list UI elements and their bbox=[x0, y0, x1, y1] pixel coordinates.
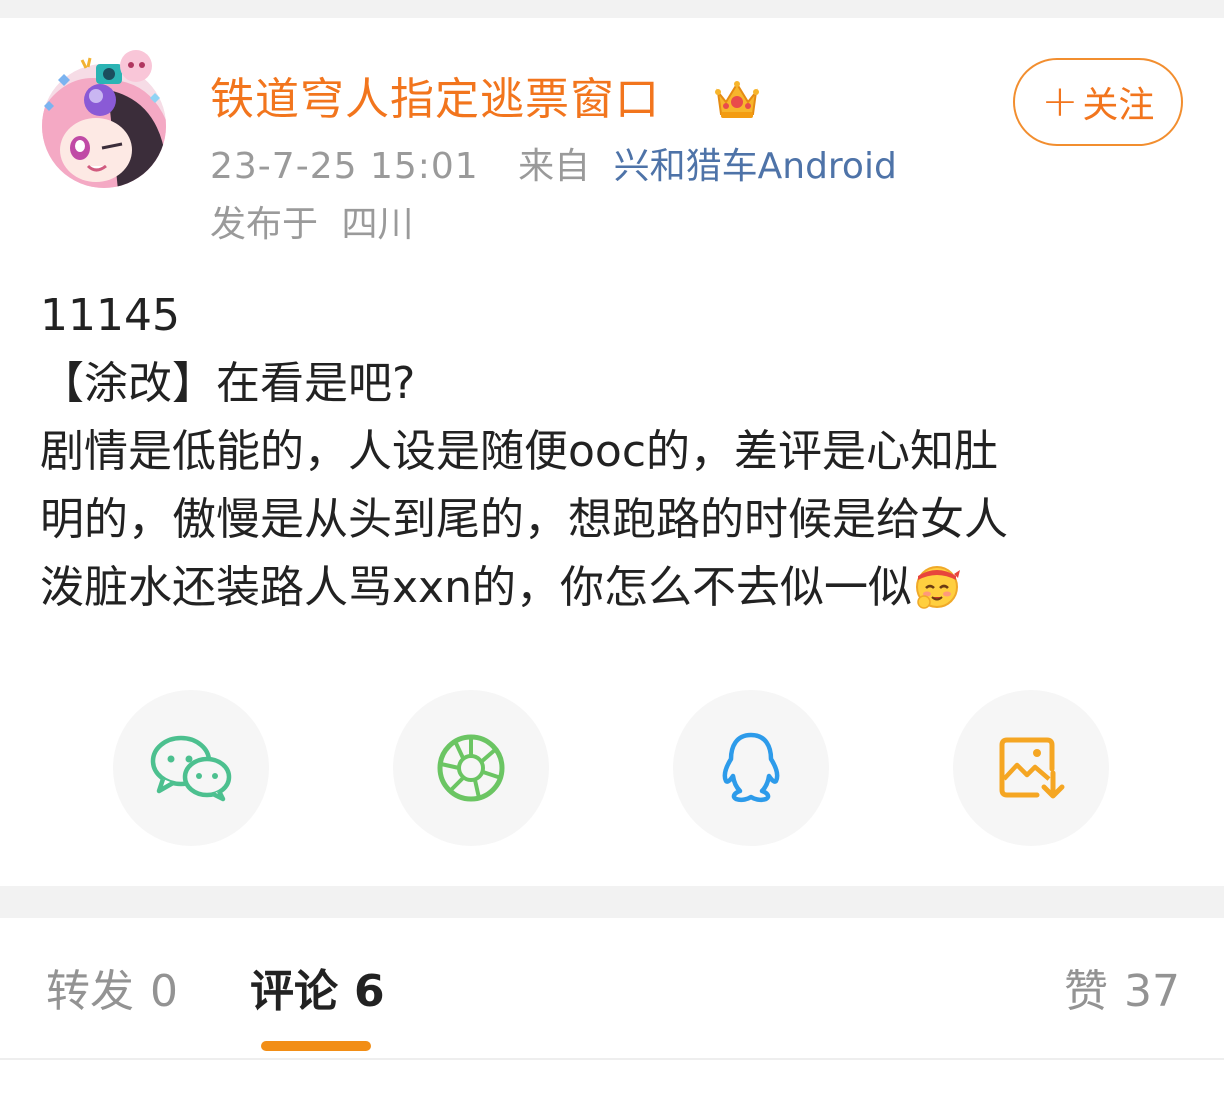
follow-button[interactable]: + 关注 bbox=[1013, 58, 1183, 146]
post-content: 11145 【涂改】在看是吧? 剧情是低能的，人设是随便ooc的，差评是心知肚 … bbox=[40, 282, 1190, 622]
content-line: 明的，傲慢是从头到尾的，想跑路的时候是给女人 bbox=[40, 494, 1008, 545]
top-strip bbox=[0, 0, 1224, 18]
tab-comment[interactable]: 评论 6 bbox=[250, 962, 385, 1022]
plus-icon: + bbox=[1041, 76, 1079, 127]
follow-label: 关注 bbox=[1082, 85, 1155, 126]
moments-icon bbox=[437, 734, 505, 802]
save-image-button[interactable] bbox=[953, 690, 1109, 846]
content-line: 【涂改】在看是吧? bbox=[40, 358, 416, 409]
qq-icon bbox=[722, 732, 780, 803]
location-name: 四川 bbox=[341, 204, 414, 245]
tab-like-count: 37 bbox=[1124, 966, 1180, 1017]
tab-repost-label: 转发 bbox=[46, 966, 134, 1017]
tab-comment-count: 6 bbox=[354, 966, 385, 1017]
location-prefix: 发布于 bbox=[210, 204, 319, 245]
tab-repost-count: 0 bbox=[150, 966, 178, 1017]
source-prefix: 来自 bbox=[518, 146, 591, 187]
active-tab-indicator bbox=[261, 1041, 371, 1051]
post-time: 23-7-25 15:01 bbox=[210, 146, 479, 187]
crown-icon bbox=[712, 74, 762, 124]
tab-like-label: 赞 bbox=[1064, 966, 1108, 1017]
content-line: 剧情是低能的，人设是随便ooc的，差评是心知肚 bbox=[40, 426, 999, 477]
source-link[interactable]: 兴和猎车Android bbox=[614, 146, 897, 187]
cheer-emoji-icon bbox=[912, 560, 962, 610]
share-moments-button[interactable] bbox=[393, 690, 549, 846]
save-image-icon bbox=[999, 737, 1065, 799]
tabs-area bbox=[0, 918, 1224, 1105]
tab-comment-label: 评论 bbox=[250, 966, 338, 1017]
section-divider bbox=[0, 886, 1224, 918]
post-location: 发布于 四川 bbox=[210, 200, 413, 250]
bottom-divider bbox=[0, 1058, 1224, 1060]
content-line: 11145 bbox=[40, 290, 180, 341]
content-line: 泼脏水还装路人骂xxn的，你怎么不去似一似 bbox=[40, 562, 912, 613]
post-meta: 23-7-25 15:01 来自 兴和猎车Android bbox=[210, 142, 897, 192]
share-wechat-button[interactable] bbox=[113, 690, 269, 846]
user-avatar[interactable] bbox=[38, 40, 170, 190]
tab-repost[interactable]: 转发 0 bbox=[46, 962, 178, 1022]
content-line-last: 泼脏水还装路人骂xxn的，你怎么不去似一似 bbox=[40, 554, 1190, 622]
author-name[interactable]: 铁道穹人指定逃票窗口 bbox=[210, 70, 660, 130]
wechat-icon bbox=[150, 735, 232, 802]
tab-like[interactable]: 赞 37 bbox=[1064, 962, 1180, 1022]
share-qq-button[interactable] bbox=[673, 690, 829, 846]
